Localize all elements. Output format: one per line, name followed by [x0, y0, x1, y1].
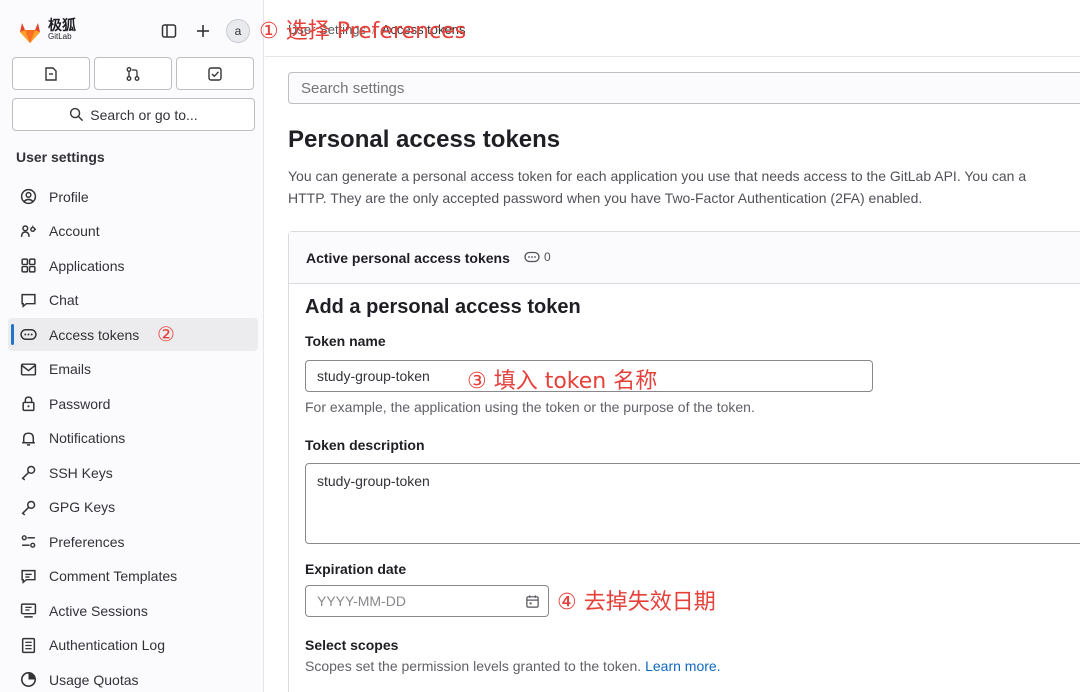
page-description: You can generate a personal access token… [288, 166, 1080, 209]
token-description-textarea[interactable]: study-group-token [305, 463, 1080, 544]
brand-name-en: GitLab [48, 32, 72, 41]
sidebar-item-label: SSH Keys [49, 464, 113, 481]
scopes-help: Scopes set the permission levels granted… [305, 658, 721, 674]
expiration-date-input[interactable]: YYYY-MM-DD [305, 585, 549, 617]
sidebar-item-usage-quotas[interactable]: Usage Quotas [8, 663, 258, 692]
monitor-icon [20, 602, 37, 619]
sidebar-item-profile[interactable]: Profile [8, 180, 258, 213]
active-tokens-count-value: 0 [544, 250, 551, 264]
token-icon [524, 251, 540, 263]
sidebar-item-active-sessions[interactable]: Active Sessions [8, 594, 258, 627]
global-search-label: Search or go to... [90, 106, 198, 123]
sidebar-header: 极狐 GitLab a [0, 0, 264, 56]
sidebar-item-comment-templates[interactable]: Comment Templates [8, 560, 258, 593]
annotation-step-1: ① 选择 Preferences [259, 19, 467, 44]
token-name-help: For example, the application using the t… [305, 399, 755, 415]
brand: 极狐 GitLab [48, 18, 76, 41]
search-icon [70, 107, 84, 122]
plus-icon[interactable] [192, 20, 214, 42]
page-description-line-1: You can generate a personal access token… [288, 168, 1027, 184]
key-icon [20, 499, 37, 516]
applications-icon [20, 257, 37, 274]
sidebar-item-label: Profile [49, 188, 89, 205]
merge-requests-button[interactable] [94, 57, 172, 90]
sidebar-item-label: Active Sessions [49, 602, 148, 619]
log-icon [20, 637, 37, 654]
active-tokens-header: Active personal access tokens 0 [289, 232, 1080, 284]
preferences-icon [20, 533, 37, 550]
sidebar-item-label: Preferences [49, 533, 125, 550]
sidebar-item-label: GPG Keys [49, 499, 116, 515]
token-icon [20, 326, 37, 343]
token-name-label: Token name [305, 333, 386, 349]
merge-request-icon [126, 66, 140, 81]
sidebar-item-label: Applications [49, 257, 125, 274]
avatar[interactable]: a [226, 19, 250, 43]
sidebar-item-authentication-log[interactable]: Authentication Log [8, 629, 258, 662]
active-tokens-title: Active personal access tokens [306, 250, 510, 266]
annotation-step-2: ② [157, 322, 175, 346]
app-window: 极狐 GitLab a Search or go to... User sett… [0, 0, 1080, 692]
scopes-help-text: Scopes set the permission levels granted… [305, 658, 642, 674]
sidebar-item-label: Emails [49, 361, 92, 377]
quota-icon [20, 671, 37, 688]
gitlab-logo-icon[interactable] [16, 18, 44, 46]
scopes-label: Select scopes [305, 637, 399, 653]
sidebar-item-password[interactable]: Password [8, 387, 258, 420]
todo-button[interactable] [176, 57, 254, 90]
sidebar: 极狐 GitLab a Search or go to... User sett… [0, 0, 264, 692]
learn-more-link[interactable]: Learn more. [645, 658, 720, 674]
issues-icon [45, 66, 57, 81]
sidebar-item-preferences[interactable]: Preferences [8, 525, 258, 558]
sidebar-item-label: Chat [49, 292, 79, 308]
lock-icon [20, 395, 37, 412]
chat-icon [20, 292, 37, 309]
account-icon [20, 223, 37, 240]
todo-icon [208, 66, 222, 81]
sidebar-item-emails[interactable]: Emails [8, 353, 258, 386]
sidebar-item-gpg-keys[interactable]: GPG Keys [8, 491, 258, 524]
sidebar-item-applications[interactable]: Applications [8, 249, 258, 282]
bell-icon [20, 430, 37, 447]
sidebar-item-label: Access tokens [49, 326, 140, 343]
sidebar-item-label: Notifications [49, 430, 126, 446]
sidebar-item-label: Comment Templates [49, 568, 178, 584]
sidebar-section-title: User settings [16, 149, 105, 165]
expiration-date-placeholder: YYYY-MM-DD [317, 593, 406, 609]
calendar-icon[interactable] [525, 594, 540, 609]
key-icon [20, 464, 37, 481]
profile-icon [20, 188, 37, 205]
token-description-label: Token description [305, 437, 425, 453]
issues-button[interactable] [12, 57, 90, 90]
annotation-step-3: ③ 填入 token 名称 [467, 369, 658, 394]
form-title: Add a personal access token [305, 296, 581, 318]
sidebar-item-notifications[interactable]: Notifications [8, 422, 258, 455]
page-title: Personal access tokens [288, 126, 561, 153]
mail-icon [20, 361, 37, 378]
sidebar-item-label: Usage Quotas [49, 671, 139, 688]
sidebar-item-account[interactable]: Account [8, 215, 258, 248]
global-search-button[interactable]: Search or go to... [12, 98, 255, 131]
brand-name-cn: 极狐 [48, 17, 76, 33]
sidebar-toggle-icon[interactable] [158, 20, 180, 42]
active-tokens-count: 0 [524, 250, 551, 264]
settings-search-input[interactable] [288, 72, 1080, 104]
annotation-step-4: ④ 去掉失效日期 [557, 590, 716, 615]
sidebar-item-label: Account [49, 223, 100, 239]
sidebar-item-label: Authentication Log [49, 637, 165, 653]
sidebar-item-label: Password [49, 395, 111, 412]
page-description-line-2: HTTP. They are the only accepted passwor… [288, 189, 923, 206]
sidebar-item-chat[interactable]: Chat [8, 284, 258, 317]
sidebar-item-access-tokens[interactable]: Access tokens [8, 318, 258, 351]
comment-icon [20, 568, 37, 585]
sidebar-item-ssh-keys[interactable]: SSH Keys [8, 456, 258, 489]
header-divider [265, 56, 1080, 57]
expiration-date-label: Expiration date [305, 561, 407, 577]
